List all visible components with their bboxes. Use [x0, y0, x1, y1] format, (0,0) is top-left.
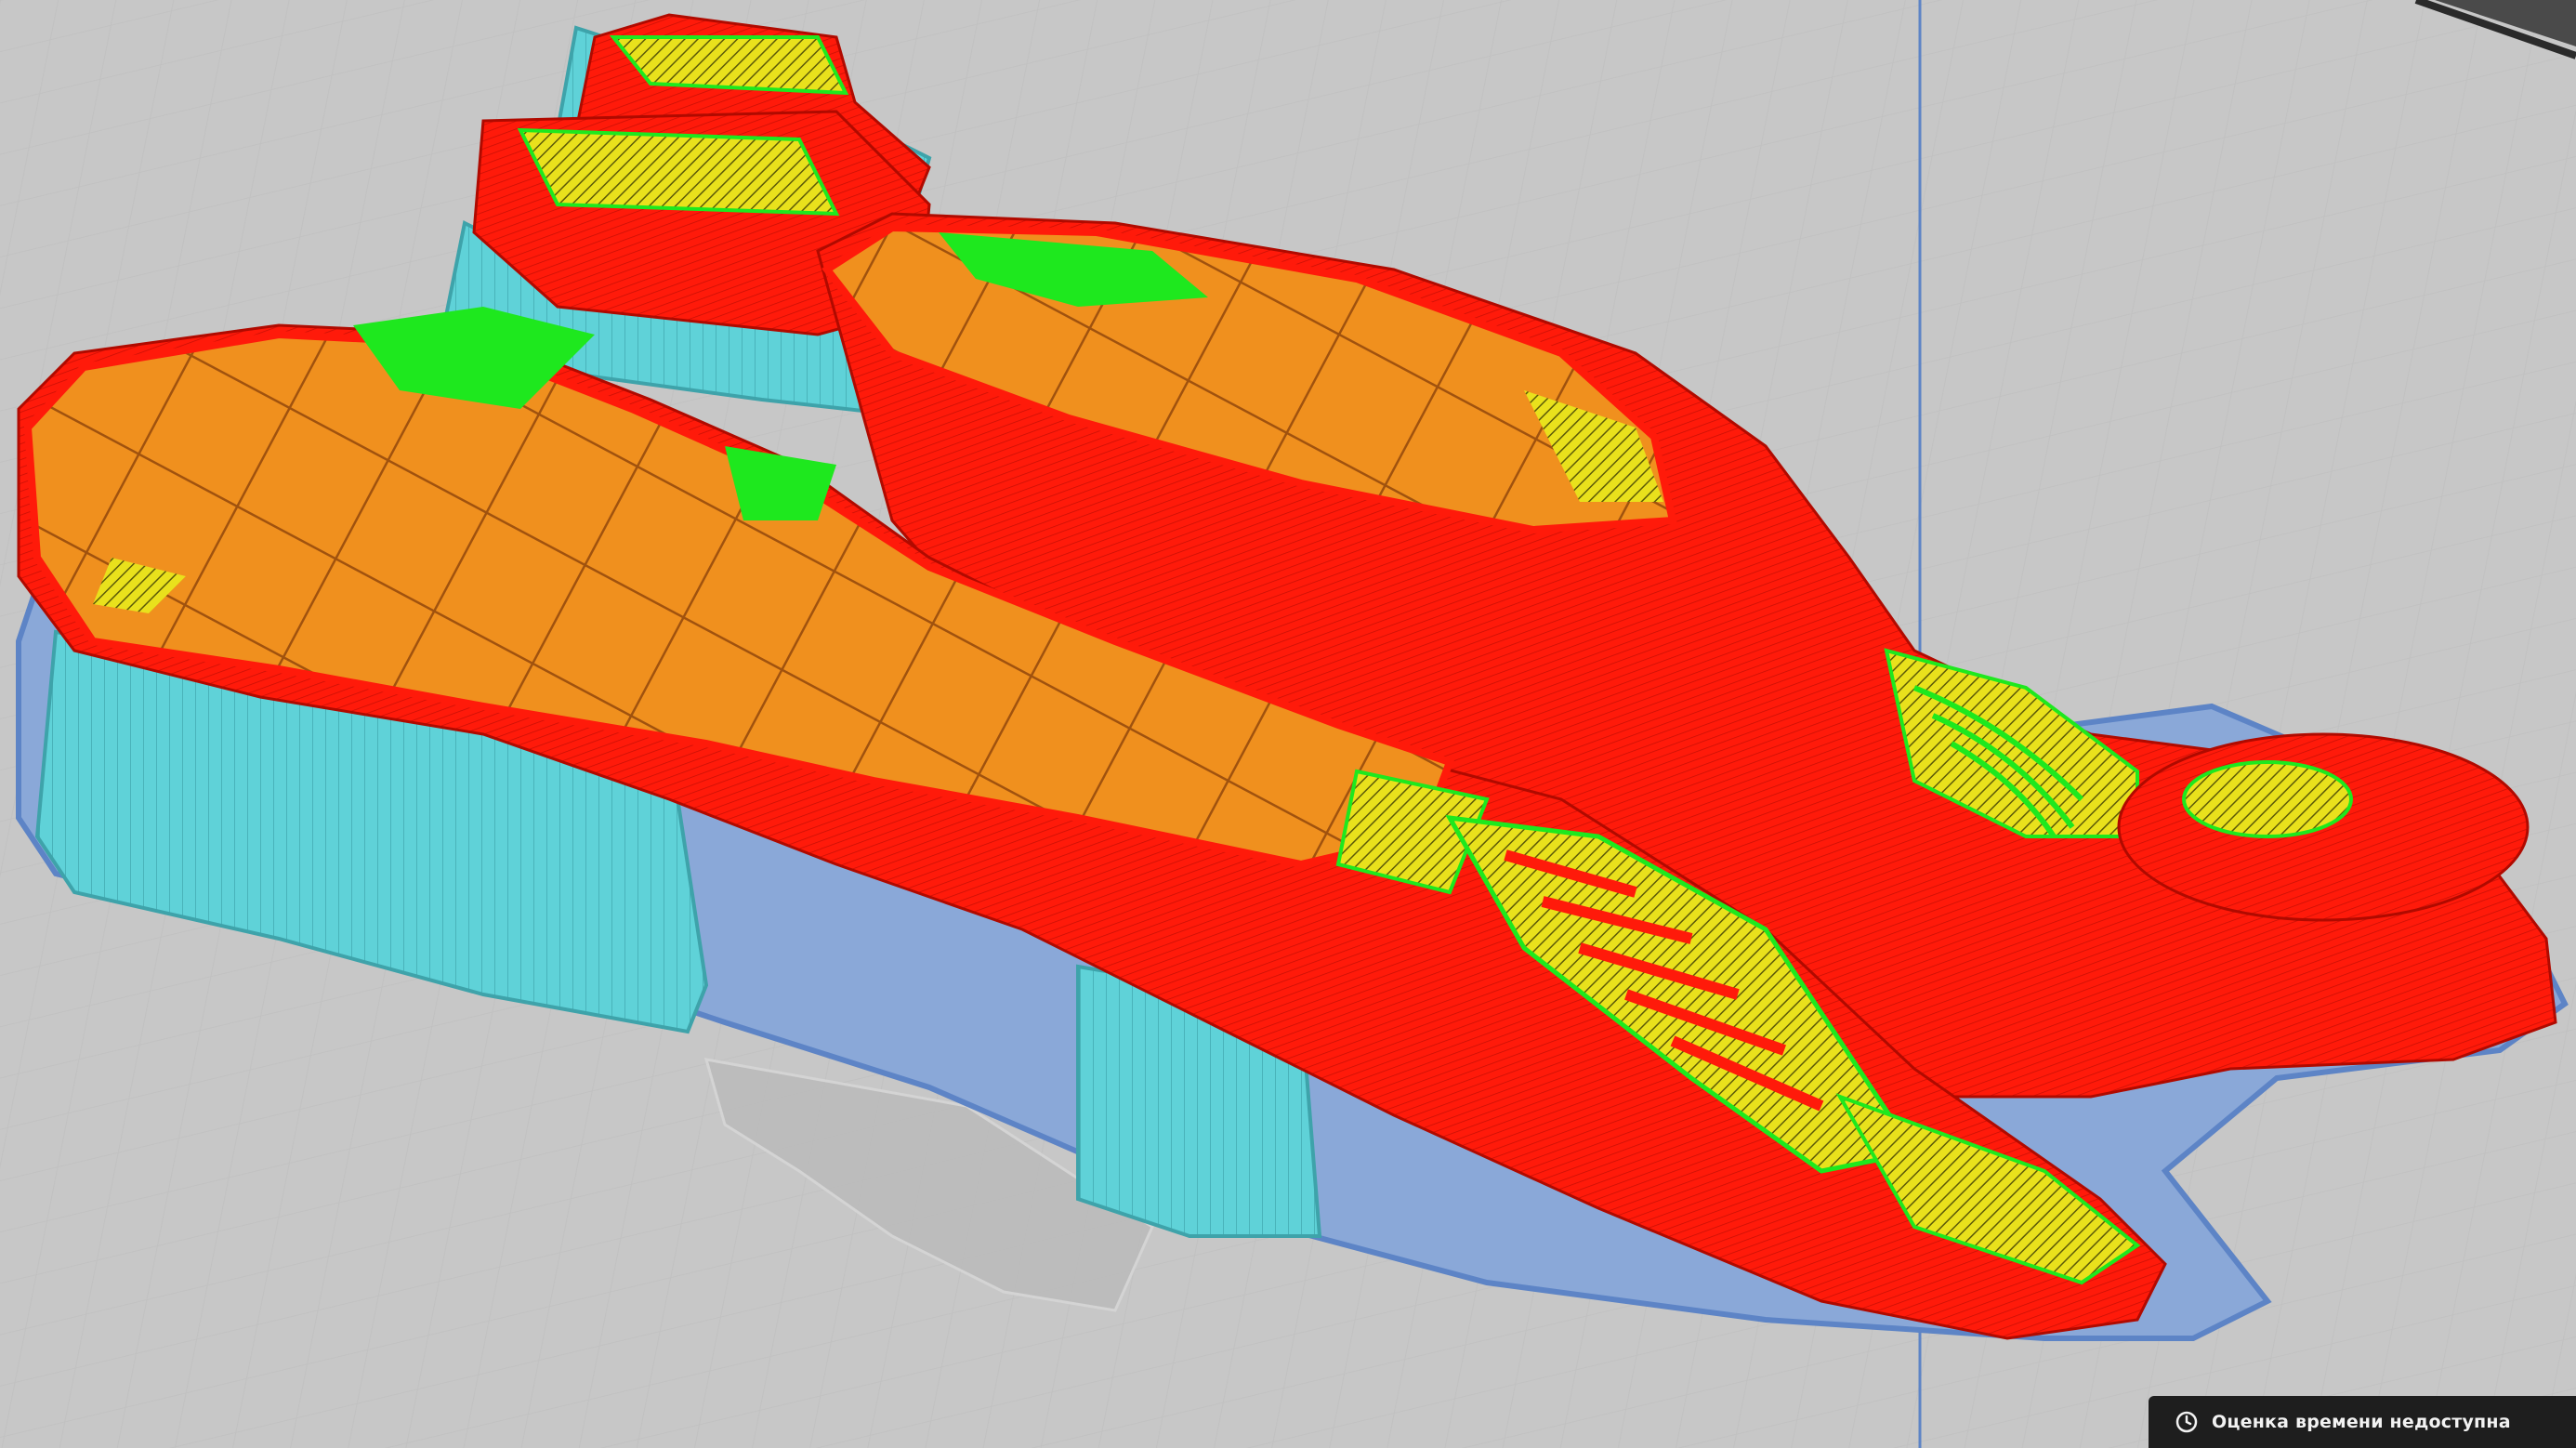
clock-icon	[2175, 1411, 2198, 1433]
time-estimate-label: Оценка времени недоступна	[2212, 1412, 2511, 1432]
right-engine-dome-top	[2182, 760, 2353, 838]
mid-hull-top-surface	[517, 127, 840, 217]
print-time-status: Оценка времени недоступна	[2149, 1396, 2576, 1448]
slicer-3d-preview[interactable]	[0, 0, 2576, 1448]
